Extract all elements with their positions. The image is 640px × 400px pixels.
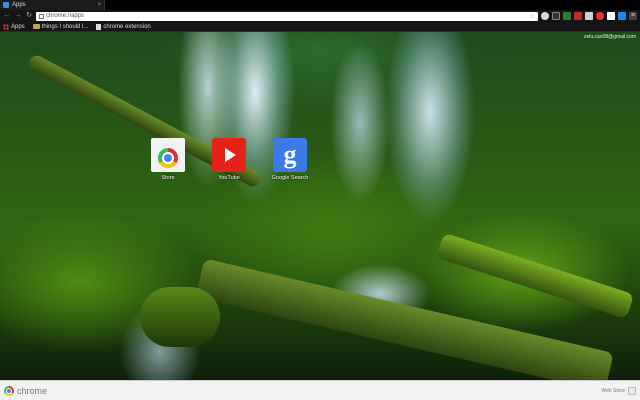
bookmark-chrome-extension[interactable]: chrome extension: [96, 23, 151, 30]
bookmark-label: things I should l...: [41, 23, 89, 30]
app-youtube[interactable]: YouTube: [211, 138, 247, 181]
bookmark-apps[interactable]: Apps: [3, 23, 25, 30]
back-icon[interactable]: ←: [3, 12, 11, 20]
web-store-label: Web Store: [601, 387, 625, 394]
chrome-logo-icon: [4, 385, 14, 396]
apps-grid-icon: [3, 2, 9, 8]
user-email[interactable]: zelu.cao08@gmail.com: [584, 34, 636, 40]
app-store[interactable]: Store: [150, 138, 186, 181]
page-icon: [96, 23, 102, 30]
extension-blue-icon[interactable]: [618, 12, 626, 20]
chrome-brand: chrome: [17, 385, 48, 396]
forward-icon[interactable]: →: [14, 12, 22, 20]
bookmark-label: chrome extension: [103, 23, 151, 30]
mossy-rock: [140, 287, 220, 347]
extension-icon[interactable]: [552, 12, 560, 20]
tab-apps[interactable]: Apps ×: [0, 0, 105, 10]
bottom-bar: chrome Web Store: [0, 380, 640, 400]
extension-globe-icon[interactable]: [541, 12, 549, 20]
toolbar: ← → ↻ chrome://apps ☆ ≡: [0, 10, 640, 22]
apps-grid-icon: [3, 23, 9, 30]
youtube-icon[interactable]: [212, 138, 246, 172]
close-icon[interactable]: ×: [97, 2, 101, 8]
app-label: YouTube: [218, 175, 240, 181]
title-bar: Apps ×: [0, 0, 640, 10]
extension-record-icon[interactable]: [596, 12, 604, 20]
extension-gray-icon[interactable]: [585, 12, 593, 20]
app-google-search[interactable]: g Google Search: [272, 138, 308, 181]
bookmark-star-icon[interactable]: ☆: [530, 13, 535, 20]
app-label: Google Search: [271, 175, 309, 181]
app-label: Store: [161, 175, 175, 181]
menu-icon[interactable]: ≡: [629, 12, 637, 20]
apps-grid: Store YouTube g Google Search: [150, 138, 308, 181]
bookmark-folder-things[interactable]: things I should l...: [32, 23, 89, 30]
mossy-log: [435, 232, 635, 320]
folder-icon: [32, 24, 40, 29]
web-store-link[interactable]: Web Store: [601, 386, 636, 395]
extension-red-icon[interactable]: [574, 12, 582, 20]
google-search-icon[interactable]: g: [273, 138, 307, 172]
bookmarks-bar: Apps things I should l... chrome extensi…: [0, 22, 640, 32]
webstore-icon: [628, 386, 636, 395]
extension-green-icon[interactable]: [563, 12, 571, 20]
address-text: chrome://apps: [46, 13, 85, 19]
address-bar[interactable]: chrome://apps ☆: [36, 11, 538, 21]
reload-icon[interactable]: ↻: [25, 12, 33, 20]
page-icon: [39, 13, 44, 19]
tab-title: Apps: [12, 2, 26, 8]
bookmark-label: Apps: [11, 23, 25, 30]
apps-page-background: Store YouTube g Google Search: [0, 32, 640, 380]
webstore-icon[interactable]: [151, 138, 185, 172]
extension-white-icon[interactable]: [607, 12, 615, 20]
